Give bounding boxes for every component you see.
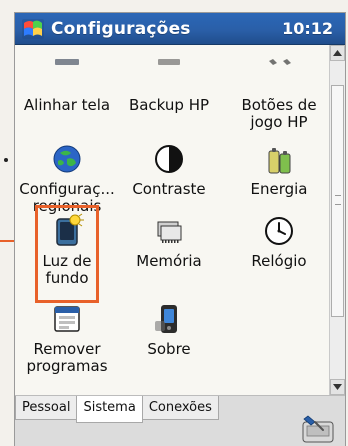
game-buttons-icon bbox=[269, 59, 291, 65]
scroll-up-button[interactable] bbox=[330, 45, 345, 61]
settings-item-memoria[interactable]: Memória bbox=[123, 213, 215, 270]
settings-item-label: Remover programas bbox=[26, 340, 108, 375]
scroll-thumb[interactable] bbox=[331, 85, 344, 317]
tab-conexoes[interactable]: Conexões bbox=[141, 396, 219, 420]
backlight-icon bbox=[56, 213, 84, 246]
regional-settings-icon bbox=[53, 145, 81, 173]
settings-item-remover-programas[interactable]: Remover programas bbox=[21, 301, 113, 375]
settings-item-label: Alinhar tela bbox=[23, 96, 111, 114]
settings-item-label: Luz de fundo bbox=[42, 252, 92, 287]
settings-item-contraste[interactable]: Contraste bbox=[123, 141, 215, 198]
settings-item-label: Energia bbox=[250, 180, 308, 198]
chevron-down-icon bbox=[333, 384, 342, 390]
scroll-down-button[interactable] bbox=[330, 379, 345, 395]
settings-item-sobre[interactable]: Sobre bbox=[123, 301, 215, 358]
settings-item-alinhar-tela[interactable]: Alinhar tela bbox=[21, 57, 113, 114]
chevron-up-icon bbox=[333, 50, 342, 56]
screen-align-icon bbox=[55, 59, 79, 65]
title-left: Configurações bbox=[21, 17, 191, 41]
settings-item-backup-hp[interactable]: Backup HP bbox=[123, 57, 215, 114]
tab-sistema[interactable]: Sistema bbox=[76, 396, 143, 423]
settings-item-label: Sobre bbox=[147, 340, 191, 358]
clock[interactable]: 10:12 bbox=[282, 19, 333, 38]
callout-dot bbox=[4, 158, 8, 162]
settings-content: Alinhar tela Backup HP Botões de jogo HP bbox=[15, 45, 345, 395]
settings-item-label: Backup HP bbox=[128, 96, 210, 114]
settings-item-energia[interactable]: Energia bbox=[227, 141, 331, 198]
pocketpc-window: Configurações 10:12 Alinhar tela Backup … bbox=[14, 12, 346, 446]
scroll-thumb-grip-icon bbox=[335, 195, 341, 205]
settings-item-configuracoes-regionais[interactable]: Configuraç... regionais bbox=[19, 141, 115, 215]
settings-item-label: Botões de jogo HP bbox=[241, 96, 317, 131]
settings-item-relogio[interactable]: Relógio bbox=[227, 213, 331, 270]
settings-item-label: Relógio bbox=[251, 252, 307, 270]
backup-icon bbox=[158, 59, 180, 65]
settings-item-label: Memória bbox=[136, 252, 202, 270]
windows-start-icon[interactable] bbox=[21, 17, 45, 41]
clock-icon bbox=[265, 217, 293, 245]
remove-programs-icon bbox=[54, 306, 80, 332]
contrast-icon bbox=[155, 145, 183, 173]
input-panel-icon[interactable] bbox=[301, 412, 335, 444]
vertical-scrollbar[interactable] bbox=[329, 45, 345, 395]
power-icon bbox=[268, 148, 291, 174]
tab-pessoal[interactable]: Pessoal bbox=[15, 396, 78, 420]
screenshot-scene: Configurações 10:12 Alinhar tela Backup … bbox=[0, 0, 348, 446]
memory-icon bbox=[157, 221, 182, 243]
settings-grid: Alinhar tela Backup HP Botões de jogo HP bbox=[15, 45, 329, 395]
about-icon bbox=[155, 305, 177, 333]
settings-item-botoes-de-jogo-hp[interactable]: Botões de jogo HP bbox=[227, 57, 331, 131]
tabs: Pessoal Sistema Conexões bbox=[15, 396, 219, 424]
window-title: Configurações bbox=[51, 18, 191, 39]
titlebar: Configurações 10:12 bbox=[15, 13, 345, 45]
settings-item-luz-de-fundo[interactable]: Luz de fundo bbox=[21, 213, 113, 287]
tab-bar: Pessoal Sistema Conexões bbox=[15, 395, 345, 446]
settings-item-label: Contraste bbox=[132, 180, 206, 198]
